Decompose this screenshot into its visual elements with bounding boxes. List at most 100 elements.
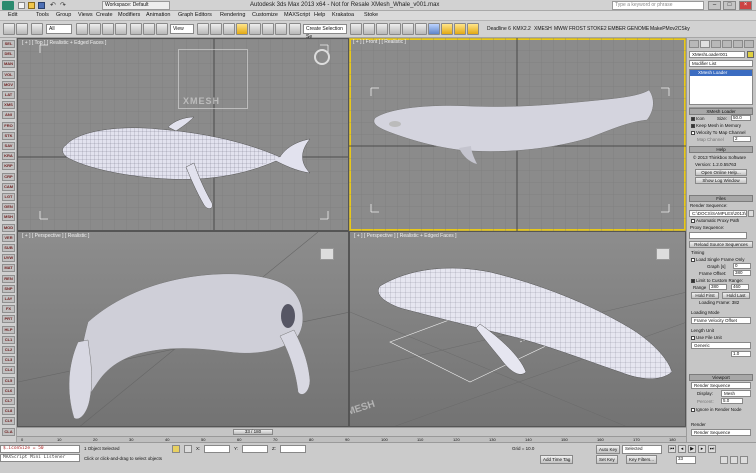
material-editor-button[interactable] — [428, 23, 440, 35]
unit-scale-spinner[interactable]: 1.0 — [731, 351, 751, 357]
workspace-dropdown[interactable]: Workspace: Default — [102, 1, 170, 10]
left-tool-button[interactable]: CLA — [2, 427, 15, 436]
add-time-tag-button[interactable]: Add Time Tag — [540, 455, 574, 464]
ignore-render-checkbox[interactable]: Ignore in Render Node — [691, 407, 742, 412]
left-tool-button[interactable]: LAY — [2, 295, 15, 303]
left-tool-button[interactable]: DEL — [2, 50, 15, 59]
render-sequence-path[interactable]: C:\DOCS\SAMPLES\2013\assets — [689, 210, 747, 217]
select-manipulate-button[interactable] — [210, 23, 222, 35]
loading-mode-dropdown[interactable]: Frame Velocity Offset — [691, 317, 751, 324]
prev-frame-icon[interactable]: ◂ — [678, 445, 686, 453]
rendered-frame-window-button[interactable] — [454, 23, 466, 35]
display-dropdown[interactable]: Mesh — [721, 390, 751, 397]
key-filters-button[interactable]: Key Filters... — [626, 455, 658, 464]
left-tool-button[interactable]: STK — [2, 131, 15, 140]
undo-button[interactable] — [3, 23, 15, 35]
left-tool-button[interactable]: SAV — [2, 142, 15, 150]
auto-proxy-checkbox[interactable]: Automatic Proxy Path — [691, 218, 739, 223]
menu-edit[interactable]: Edit — [8, 12, 17, 18]
proxy-sequence-path[interactable] — [689, 232, 747, 239]
rollout-files[interactable]: Files — [689, 195, 753, 202]
left-tool-button[interactable]: VER — [2, 233, 15, 242]
zoom-icon[interactable] — [720, 456, 728, 464]
goto-start-icon[interactable]: ⏮ — [668, 445, 676, 453]
next-frame-icon[interactable]: ▸ — [698, 445, 706, 453]
new-icon[interactable] — [18, 2, 25, 9]
time-slider-track[interactable]: 33 / 180 0 10 20 30 40 50 60 70 80 90 100 110 120 130… — [17, 427, 686, 443]
viewport-label[interactable]: [ + ] [ Perspective ] [ Realistic + Edge… — [354, 233, 457, 239]
left-tool-button[interactable]: SEL — [2, 40, 15, 48]
left-tool-button[interactable]: CL3 — [2, 356, 15, 365]
menu-tools[interactable]: Tools — [36, 12, 49, 18]
left-tool-button[interactable]: KRP — [2, 162, 15, 171]
play-icon[interactable]: ▶ — [688, 445, 696, 453]
range-start-spinner[interactable]: 380 — [709, 284, 727, 290]
layer-manager-button[interactable] — [376, 23, 388, 35]
link-button[interactable] — [31, 23, 43, 35]
left-tool-button[interactable]: PRT — [2, 315, 15, 324]
app-logo-icon[interactable] — [2, 1, 14, 10]
menu-group[interactable]: Group — [56, 12, 71, 18]
keep-mesh-checkbox[interactable]: Keep Mesh in Memory — [691, 123, 741, 128]
snaps-toggle-button[interactable] — [236, 23, 248, 35]
motion-tab-icon[interactable] — [722, 40, 732, 48]
left-tool-button[interactable]: ANI — [2, 111, 15, 120]
close-button[interactable]: × — [739, 1, 752, 10]
size-spinner[interactable]: 50.0 — [731, 115, 751, 121]
pan-icon[interactable] — [730, 456, 738, 464]
left-tool-button[interactable]: CAM — [2, 182, 15, 191]
search-input[interactable]: Type a keyword or phrase — [612, 1, 704, 10]
viewport-label[interactable]: [ + ] [ Top ] [ Realistic + Edged Faces … — [22, 40, 106, 46]
edit-named-sets-button[interactable] — [289, 23, 301, 35]
viewcube-icon[interactable] — [314, 49, 330, 65]
menu-animation[interactable]: Animation — [146, 12, 170, 18]
icon-checkbox[interactable]: Icon — [691, 116, 705, 121]
viewport-top[interactable]: XMESH [ + ] [ Top ] [ Realistic + Edged … — [17, 38, 349, 231]
select-by-name-button[interactable] — [89, 23, 101, 35]
time-slider[interactable]: 33 / 180 — [233, 429, 273, 435]
viewport-sequence-dropdown[interactable]: Render Sequence — [691, 382, 751, 389]
plugin-mww[interactable]: MWW — [554, 26, 568, 32]
selected-dropdown[interactable]: Selected — [622, 445, 662, 454]
open-icon[interactable] — [28, 2, 35, 9]
left-tool-button[interactable]: CL2 — [2, 346, 15, 354]
orbit-icon[interactable] — [740, 456, 748, 464]
z-coordinate-field[interactable] — [280, 445, 306, 453]
left-tool-button[interactable]: CL5 — [2, 376, 15, 385]
menu-stoke[interactable]: Stoke — [364, 12, 378, 18]
undo-icon[interactable]: ↶ — [50, 1, 56, 9]
save-icon[interactable] — [38, 2, 45, 9]
whale-persp1[interactable] — [68, 273, 311, 420]
select-object-button[interactable] — [76, 23, 88, 35]
stack-item-xmesh[interactable]: XMesh Loader — [690, 70, 752, 76]
menu-modifiers[interactable]: Modifiers — [118, 12, 140, 18]
whale-persp2[interactable] — [378, 267, 673, 379]
left-tool-button[interactable]: MAN — [2, 60, 15, 69]
object-color-swatch[interactable] — [747, 51, 754, 58]
left-tool-button[interactable]: MAT — [2, 264, 15, 273]
left-tool-button[interactable]: XMS — [2, 101, 15, 110]
plugin-frost[interactable]: FROST — [569, 26, 586, 32]
menu-krakatoa[interactable]: Krakatoa — [332, 12, 354, 18]
keyboard-shortcut-button[interactable] — [223, 23, 235, 35]
rollout-help[interactable]: Help — [689, 146, 753, 153]
utilities-tab-icon[interactable] — [744, 40, 754, 48]
rollout-viewport[interactable]: Viewport — [689, 374, 753, 381]
minimize-button[interactable]: – — [708, 1, 721, 10]
range-end-spinner[interactable]: 460 — [731, 284, 749, 290]
unit-dropdown[interactable]: Generic — [691, 342, 751, 349]
hold-last-dropdown[interactable]: Hold Last — [722, 292, 750, 299]
percent-snap-button[interactable] — [262, 23, 274, 35]
viewport-label[interactable]: [ + ] [ Front ] [ Realistic ] — [353, 39, 406, 45]
maxscript-listener-input[interactable]: $.iconSize = 50 — [0, 445, 80, 453]
graph-spinner[interactable]: 0 — [733, 263, 751, 269]
left-tool-button[interactable]: SUB — [2, 244, 15, 252]
plugin-deadline[interactable]: Deadline 6 — [487, 26, 511, 32]
left-tool-button[interactable]: CL9 — [2, 417, 15, 426]
lock-selection-icon[interactable] — [172, 445, 180, 453]
browse-render-button[interactable] — [748, 210, 754, 217]
left-tool-button[interactable]: FX — [2, 305, 15, 314]
left-tool-button[interactable]: CL1 — [2, 335, 15, 344]
menu-graph-editors[interactable]: Graph Editors — [178, 12, 212, 18]
left-tool-button[interactable]: CL4 — [2, 366, 15, 375]
